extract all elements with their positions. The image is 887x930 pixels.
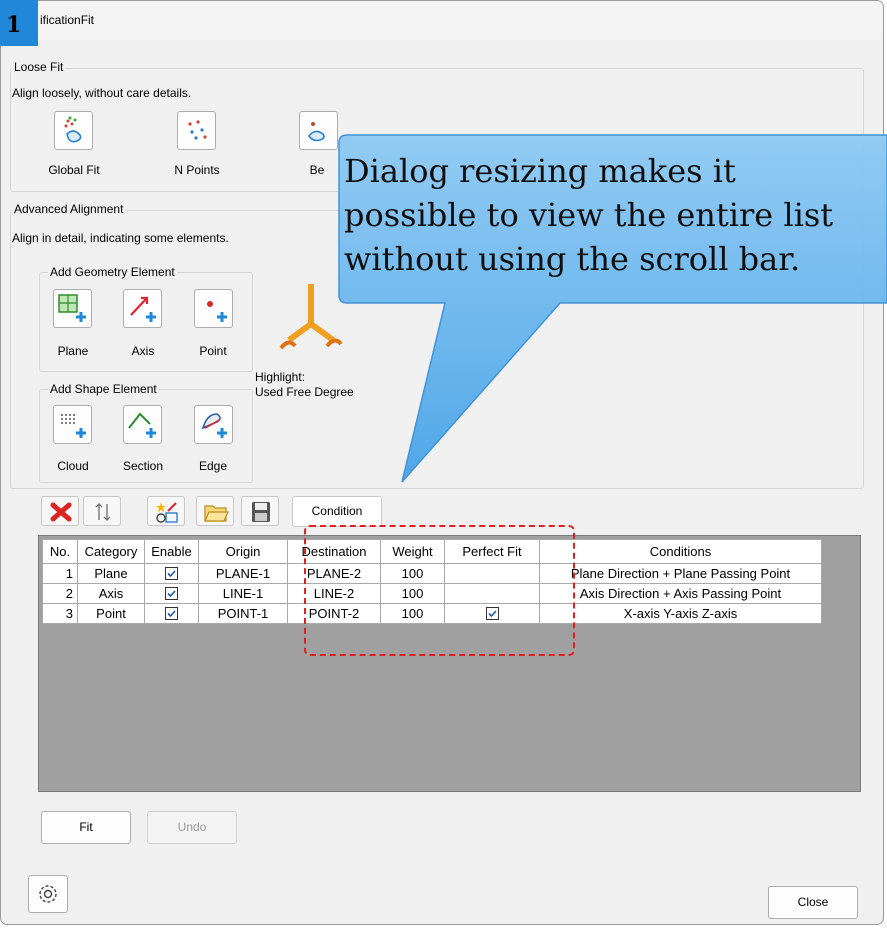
callout-bubble [338,134,887,483]
callout-line-2: possible to view the entire list [344,196,834,234]
callout-line-1: Dialog resizing makes it [344,152,736,190]
callout-line-3: without using the scroll bar. [344,240,801,278]
callout-text: Dialog resizing makes it possible to vie… [344,149,887,281]
